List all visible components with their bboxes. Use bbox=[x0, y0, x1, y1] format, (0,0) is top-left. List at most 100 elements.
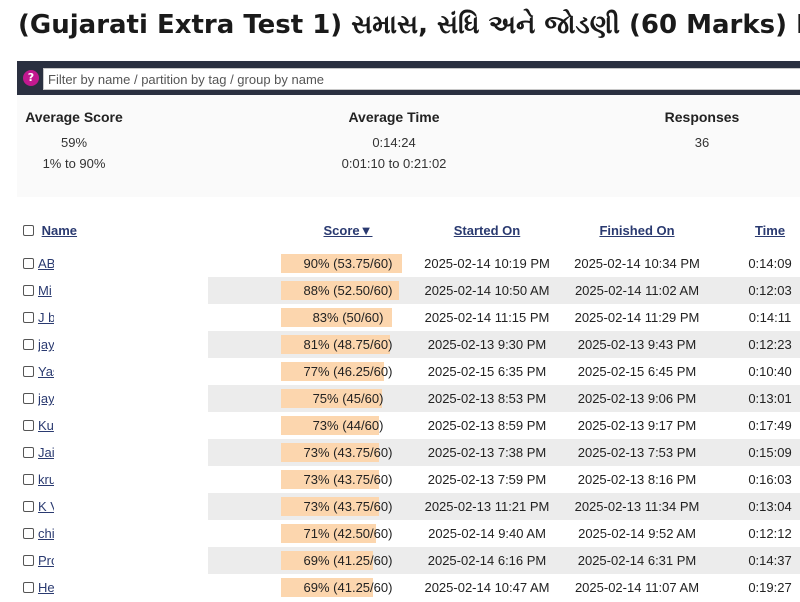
sort-by-score-link[interactable]: Score▼ bbox=[324, 223, 373, 238]
respondent-name-link[interactable]: AB bbox=[38, 250, 54, 277]
sort-by-time-link[interactable]: Time bbox=[755, 223, 785, 238]
score-value: 88% (52.50/60) bbox=[303, 283, 393, 298]
row-8: kru 73% (43.75/60) 2025-02-13 7:59 PM 2025-… bbox=[17, 466, 800, 493]
started-on: 2025-02-13 11:21 PM bbox=[424, 499, 550, 514]
started-on: 2025-02-13 8:59 PM bbox=[427, 418, 547, 433]
filter-bar: ? bbox=[17, 61, 800, 95]
respondent-name-link[interactable]: chi bbox=[38, 520, 54, 547]
finished-on: 2025-02-13 11:34 PM bbox=[574, 499, 700, 514]
started-on: 2025-02-14 9:40 AM bbox=[428, 526, 546, 541]
respondent-name-link[interactable]: Mi bbox=[38, 277, 54, 304]
time-taken: 0:10:40 bbox=[748, 364, 792, 379]
started-on: 2025-02-13 7:38 PM bbox=[427, 445, 547, 460]
help-icon[interactable]: ? bbox=[23, 70, 39, 86]
score-value: 69% (41.25/60) bbox=[303, 553, 393, 568]
time-taken: 0:15:09 bbox=[748, 445, 792, 460]
average-time-value: 0:14:24 bbox=[372, 135, 416, 150]
finished-on: 2025-02-14 10:34 PM bbox=[574, 256, 700, 271]
header-finished: Finished On bbox=[562, 213, 712, 249]
finished-on: 2025-02-13 9:06 PM bbox=[577, 391, 697, 406]
respondent-name-link[interactable]: Yas bbox=[38, 358, 54, 385]
row-checkbox[interactable] bbox=[23, 258, 34, 269]
header-started: Started On bbox=[412, 213, 562, 249]
finished-on: 2025-02-14 9:52 AM bbox=[578, 526, 696, 541]
respondent-name-link[interactable]: Pro bbox=[38, 547, 54, 574]
row-1: Mi 88% (52.50/60) 2025-02-14 10:50 AM 2025-… bbox=[17, 277, 800, 304]
row-5: jay 75% (45/60) 2025-02-13 8:53 PM 2025-02-… bbox=[17, 385, 800, 412]
row-checkbox[interactable] bbox=[23, 474, 34, 485]
score-value: 90% (53.75/60) bbox=[303, 256, 393, 271]
row-checkbox[interactable] bbox=[23, 393, 34, 404]
row-checkbox[interactable] bbox=[23, 501, 34, 512]
select-all-checkbox[interactable] bbox=[23, 225, 34, 237]
started-on: 2025-02-14 11:15 PM bbox=[424, 310, 550, 325]
started-on: 2025-02-13 7:59 PM bbox=[427, 472, 547, 487]
time-taken: 0:17:49 bbox=[748, 418, 792, 433]
finished-on: 2025-02-14 11:07 AM bbox=[574, 580, 700, 595]
score-value: 77% (46.25/60) bbox=[303, 364, 393, 379]
row-checkbox[interactable] bbox=[23, 555, 34, 566]
respondent-name-link[interactable]: He bbox=[38, 574, 54, 601]
time-taken: 0:12:12 bbox=[748, 526, 792, 541]
row-2: J b 83% (50/60) 2025-02-14 11:15 PM 2025-02… bbox=[17, 304, 800, 331]
row-checkbox[interactable] bbox=[23, 447, 34, 458]
started-on: 2025-02-14 10:19 PM bbox=[424, 256, 550, 271]
row-checkbox[interactable] bbox=[23, 420, 34, 431]
row-0: AB 90% (53.75/60) 2025-02-14 10:19 PM 2025-… bbox=[17, 250, 800, 277]
row-12: He 69% (41.25/60) 2025-02-14 10:47 AM 2025-… bbox=[17, 574, 800, 601]
header-score: Score▼ bbox=[281, 213, 415, 249]
responses-label: Responses bbox=[664, 109, 740, 125]
respondent-name-link[interactable]: kru bbox=[38, 466, 54, 493]
score-value: 73% (44/60) bbox=[312, 418, 384, 433]
started-on: 2025-02-14 6:16 PM bbox=[427, 553, 547, 568]
started-on: 2025-02-14 10:47 AM bbox=[424, 580, 550, 595]
row-checkbox[interactable] bbox=[23, 366, 34, 377]
sort-by-finished-link[interactable]: Finished On bbox=[599, 223, 674, 238]
finished-on: 2025-02-13 9:17 PM bbox=[577, 418, 697, 433]
respondent-name-link[interactable]: J b bbox=[38, 304, 54, 331]
finished-on: 2025-02-15 6:45 PM bbox=[577, 364, 697, 379]
time-taken: 0:14:09 bbox=[748, 256, 792, 271]
score-value: 73% (43.75/60) bbox=[303, 445, 393, 460]
average-score-range: 1% to 90% bbox=[42, 156, 106, 171]
time-taken: 0:19:27 bbox=[748, 580, 792, 595]
responses-value: 36 bbox=[694, 135, 710, 150]
respondent-name-link[interactable]: jay bbox=[38, 331, 54, 358]
started-on: 2025-02-14 10:50 AM bbox=[424, 283, 550, 298]
average-time-range: 0:01:10 to 0:21:02 bbox=[341, 156, 447, 171]
average-score-value: 59% bbox=[60, 135, 88, 150]
score-value: 69% (41.25/60) bbox=[303, 580, 393, 595]
score-value: 73% (43.75/60) bbox=[303, 499, 393, 514]
time-taken: 0:12:03 bbox=[748, 283, 792, 298]
score-value: 75% (45/60) bbox=[312, 391, 384, 406]
row-checkbox[interactable] bbox=[23, 582, 34, 593]
row-checkbox[interactable] bbox=[23, 312, 34, 323]
row-checkbox[interactable] bbox=[23, 339, 34, 350]
finished-on: 2025-02-14 11:02 AM bbox=[574, 283, 700, 298]
finished-on: 2025-02-13 7:53 PM bbox=[577, 445, 697, 460]
average-time-label: Average Time bbox=[348, 109, 440, 125]
score-value: 81% (48.75/60) bbox=[303, 337, 393, 352]
started-on: 2025-02-15 6:35 PM bbox=[427, 364, 547, 379]
respondent-name-link[interactable]: Jai bbox=[38, 439, 54, 466]
row-checkbox[interactable] bbox=[23, 528, 34, 539]
row-6: Ku 73% (44/60) 2025-02-13 8:59 PM 2025-02-1… bbox=[17, 412, 800, 439]
respondent-name-link[interactable]: Ku bbox=[38, 412, 54, 439]
row-11: Pro 69% (41.25/60) 2025-02-14 6:16 PM 2025-… bbox=[17, 547, 800, 574]
time-taken: 0:14:11 bbox=[748, 310, 792, 325]
row-10: chi 71% (42.50/60) 2025-02-14 9:40 AM 2025-… bbox=[17, 520, 800, 547]
time-taken: 0:12:23 bbox=[748, 337, 792, 352]
sort-by-name-link[interactable]: Name bbox=[42, 223, 77, 238]
finished-on: 2025-02-14 11:29 PM bbox=[574, 310, 700, 325]
filter-input[interactable] bbox=[43, 68, 800, 90]
row-7: Jai 73% (43.75/60) 2025-02-13 7:38 PM 2025-… bbox=[17, 439, 800, 466]
row-checkbox[interactable] bbox=[23, 285, 34, 296]
average-score-label: Average Score bbox=[25, 109, 123, 125]
finished-on: 2025-02-14 6:31 PM bbox=[577, 553, 697, 568]
finished-on: 2025-02-13 8:16 PM bbox=[577, 472, 697, 487]
respondent-name-link[interactable]: jay bbox=[38, 385, 54, 412]
finished-on: 2025-02-13 9:43 PM bbox=[577, 337, 697, 352]
score-value: 73% (43.75/60) bbox=[303, 472, 393, 487]
sort-by-started-link[interactable]: Started On bbox=[454, 223, 520, 238]
respondent-name-link[interactable]: K V bbox=[38, 493, 54, 520]
